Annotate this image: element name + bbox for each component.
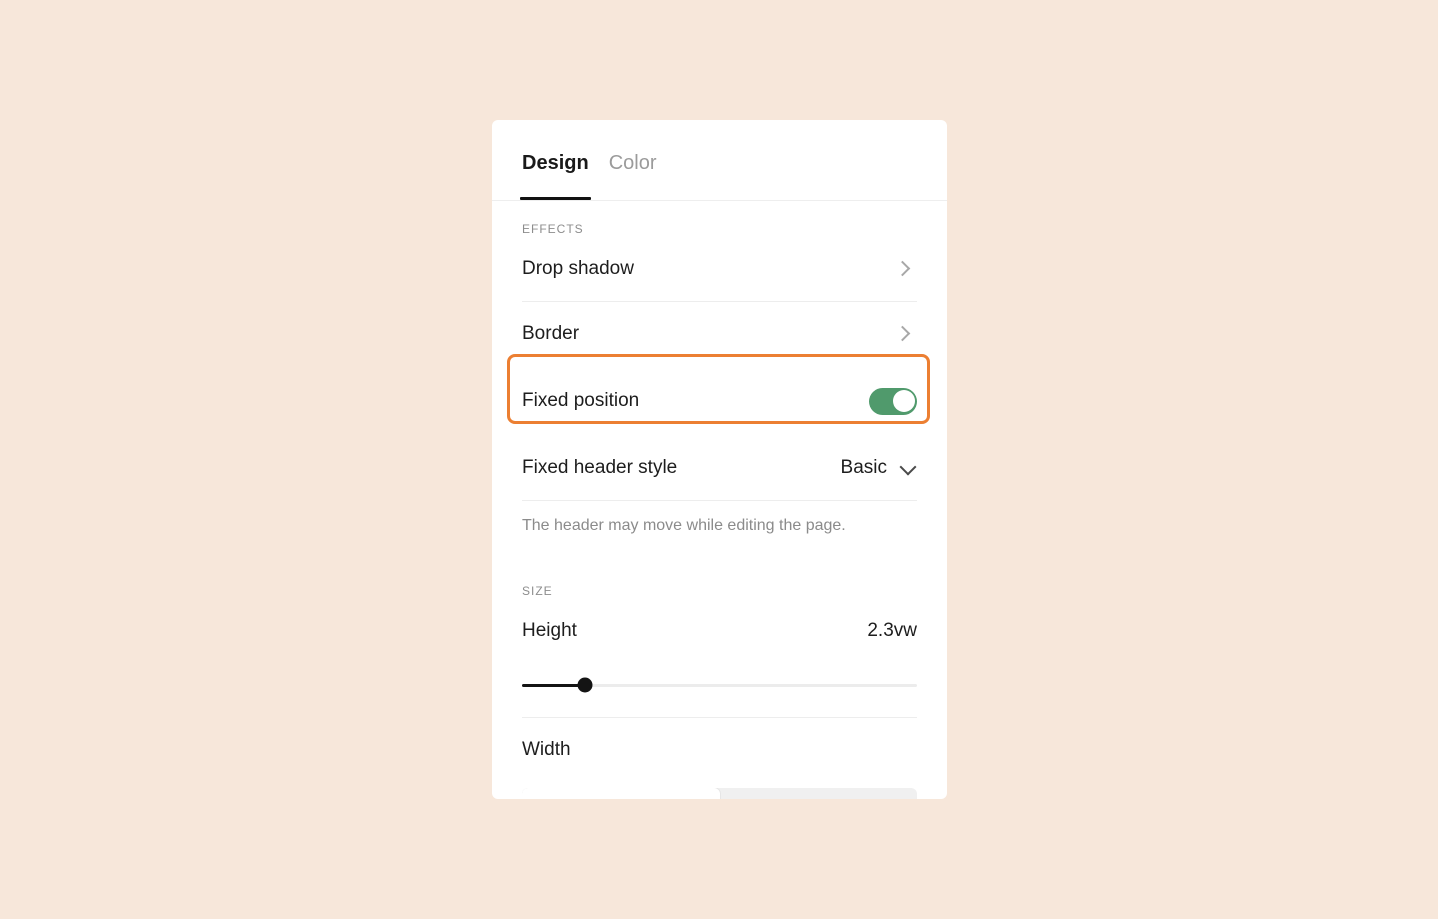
row-fixed-position[interactable]: Fixed position bbox=[507, 366, 932, 436]
tab-design[interactable]: Design bbox=[520, 150, 591, 200]
row-height-value: 2.3vw bbox=[867, 620, 917, 641]
tab-color[interactable]: Color bbox=[609, 150, 657, 182]
width-option-full[interactable]: Full bbox=[522, 788, 720, 799]
row-height: Height 2.3vw bbox=[522, 599, 917, 663]
height-slider-fill bbox=[522, 683, 586, 687]
fixed-header-helper-text: The header may move while editing the pa… bbox=[522, 517, 846, 534]
row-fixed-header-style-label: Fixed header style bbox=[522, 457, 678, 478]
toggle-knob bbox=[892, 390, 915, 412]
size-section-label: SIZE bbox=[522, 584, 553, 598]
row-width: Width bbox=[522, 718, 917, 782]
fixed-header-style-select[interactable]: Basic bbox=[841, 456, 917, 480]
row-fixed-position-label: Fixed position bbox=[522, 390, 640, 411]
chevron-right-icon bbox=[896, 260, 907, 278]
tab-color-label: Color bbox=[608, 152, 657, 174]
width-segmented-control[interactable]: Full Inset bbox=[522, 788, 917, 799]
row-border-label: Border bbox=[522, 323, 580, 344]
row-border[interactable]: Border bbox=[522, 302, 917, 366]
row-drop-shadow-label: Drop shadow bbox=[522, 258, 634, 279]
chevron-down-icon bbox=[899, 459, 917, 477]
tab-design-label: Design bbox=[522, 152, 589, 174]
fixed-position-toggle[interactable] bbox=[869, 387, 917, 415]
fixed-header-style-value: Basic bbox=[840, 457, 887, 478]
effects-section-label: EFFECTS bbox=[522, 222, 584, 236]
width-option-inset[interactable]: Inset bbox=[720, 788, 918, 799]
tab-bar-divider bbox=[492, 200, 947, 201]
height-slider-track[interactable] bbox=[522, 677, 917, 693]
height-slider[interactable] bbox=[522, 663, 917, 707]
chevron-right-icon bbox=[896, 325, 907, 343]
row-height-label: Height bbox=[522, 620, 577, 641]
row-fixed-header-style[interactable]: Fixed header style Basic bbox=[522, 436, 917, 500]
panel-body: EFFECTS Drop shadow Border Fixed positio… bbox=[492, 221, 947, 799]
row-width-label: Width bbox=[522, 739, 571, 760]
row-drop-shadow[interactable]: Drop shadow bbox=[522, 237, 917, 301]
design-settings-panel: Design Color EFFECTS Drop shadow Border … bbox=[492, 120, 947, 799]
height-slider-thumb[interactable] bbox=[577, 677, 593, 693]
panel-tab-bar: Design Color bbox=[492, 120, 947, 201]
